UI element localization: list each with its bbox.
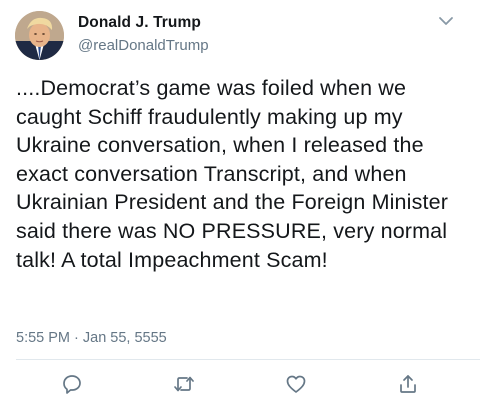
share-icon[interactable] [396,372,420,396]
reply-icon[interactable] [60,372,84,396]
retweet-icon[interactable] [172,372,196,396]
author-handle[interactable]: @realDonaldTrump [78,37,209,54]
author-name[interactable]: Donald J. Trump [78,14,201,32]
tweet-text: ....Democrat’s game was foiled when we c… [16,76,455,272]
chevron-down-icon[interactable] [437,14,455,28]
divider [16,359,480,360]
tweet-card: Donald J. Trump @realDonaldTrump ....Dem… [0,0,480,410]
tweet-timestamp[interactable]: 5:55 PM · Jan 55, 5555 [16,330,167,346]
like-icon[interactable] [284,372,308,396]
avatar[interactable] [15,11,64,60]
